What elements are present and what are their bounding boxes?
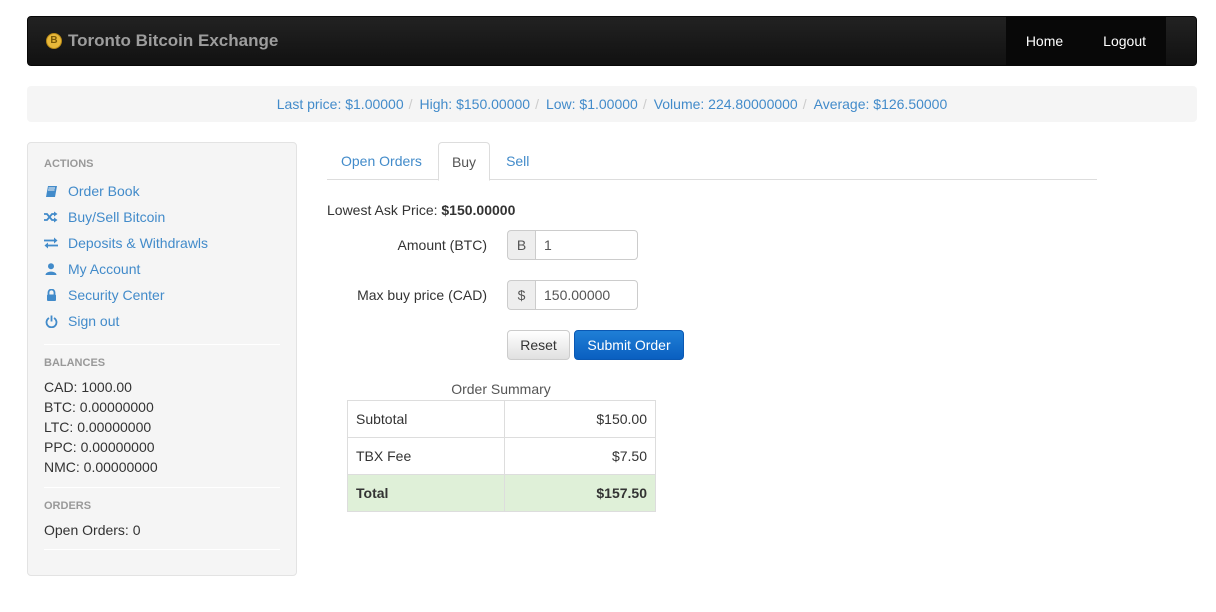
- max-price-input-group: $ 150.00000: [507, 280, 638, 310]
- summary-label: Subtotal: [347, 400, 505, 438]
- submit-order-button[interactable]: Submit Order: [574, 330, 684, 360]
- top-navbar: B Toronto Bitcoin Exchange Home Logout: [27, 16, 1197, 66]
- ticker-last-price[interactable]: Last price: $1.00000: [277, 96, 404, 112]
- max-price-input[interactable]: 150.00000: [535, 280, 638, 310]
- balance-ltc: LTC: 0.00000000: [44, 419, 152, 435]
- sidebar-item-label: Buy/Sell Bitcoin: [68, 209, 166, 225]
- lowest-ask-value: $150.00000: [441, 202, 516, 218]
- sidebar-item-label: Sign out: [68, 313, 120, 329]
- dollar-addon: $: [507, 280, 535, 310]
- order-tabs: Open Orders Buy Sell: [327, 142, 1097, 181]
- sidebar-divider: [44, 344, 280, 345]
- table-row: TBX Fee $7.50: [347, 437, 656, 475]
- tab-open-orders[interactable]: Open Orders: [327, 142, 436, 180]
- summary-value: $150.00: [504, 400, 656, 438]
- power-icon: [44, 314, 58, 328]
- sidebar-item-buy-sell[interactable]: Buy/Sell Bitcoin: [44, 204, 280, 230]
- ticker-high[interactable]: High: $150.00000: [420, 96, 531, 112]
- sidebar-item-deposits-withdrawals[interactable]: Deposits & Withdrawls: [44, 230, 280, 256]
- tab-buy[interactable]: Buy: [437, 142, 491, 181]
- sidebar-item-label: Deposits & Withdrawls: [68, 235, 209, 251]
- open-orders-count: Open Orders: 0: [44, 522, 141, 538]
- sidebar-item-my-account[interactable]: My Account: [44, 256, 280, 282]
- brand-name: Toronto Bitcoin Exchange: [68, 31, 279, 50]
- transfer-icon: [44, 236, 58, 250]
- balance-ppc: PPC: 0.00000000: [44, 439, 155, 455]
- table-row-total: Total $157.50: [347, 474, 656, 512]
- ticker-low[interactable]: Low: $1.00000: [546, 96, 638, 112]
- lowest-ask-label: Lowest Ask Price:: [327, 202, 438, 218]
- sidebar-item-sign-out[interactable]: Sign out: [44, 308, 280, 334]
- sidebar-item-label: Security Center: [68, 287, 165, 303]
- shuffle-icon: [44, 210, 58, 224]
- nav-logout-link[interactable]: Logout: [1083, 17, 1166, 65]
- max-price-label: Max buy price (CAD): [357, 287, 487, 303]
- balances-header: BALANCES: [44, 357, 106, 369]
- book-icon: [44, 184, 58, 198]
- summary-label: TBX Fee: [347, 437, 505, 475]
- order-summary-caption: Order Summary: [451, 381, 551, 397]
- tab-sell[interactable]: Sell: [492, 142, 543, 180]
- summary-label: Total: [347, 474, 505, 512]
- sidebar-item-label: Order Book: [68, 183, 140, 199]
- table-row: Subtotal $150.00: [347, 400, 656, 438]
- sidebar-item-order-book[interactable]: Order Book: [44, 178, 280, 204]
- balance-nmc: NMC: 0.00000000: [44, 459, 158, 475]
- lowest-ask-price: Lowest Ask Price: $150.00000: [327, 202, 515, 218]
- ticker-separator: /: [408, 96, 413, 112]
- orders-header: ORDERS: [44, 500, 92, 512]
- sidebar-divider: [44, 487, 280, 488]
- ticker-separator: /: [802, 96, 807, 112]
- actions-header: ACTIONS: [44, 158, 94, 170]
- sidebar-divider: [44, 549, 280, 550]
- amount-label: Amount (BTC): [397, 237, 487, 253]
- user-icon: [44, 262, 58, 276]
- brand-link[interactable]: B Toronto Bitcoin Exchange: [46, 17, 278, 65]
- balance-btc: BTC: 0.00000000: [44, 399, 154, 415]
- nav-home-link[interactable]: Home: [1006, 17, 1083, 65]
- bitcoin-coin-icon: B: [46, 33, 62, 49]
- ticker-average[interactable]: Average: $126.50000: [814, 96, 948, 112]
- navbar-right-links: Home Logout: [1005, 17, 1166, 65]
- summary-value: $157.50: [504, 474, 656, 512]
- reset-button[interactable]: Reset: [507, 330, 570, 360]
- market-ticker: Last price: $1.00000 / High: $150.00000 …: [27, 86, 1197, 122]
- ticker-volume[interactable]: Volume: 224.80000000: [654, 96, 798, 112]
- lock-icon: [44, 288, 58, 302]
- summary-value: $7.50: [504, 437, 656, 475]
- balance-cad: CAD: 1000.00: [44, 379, 132, 395]
- sidebar: ACTIONS Order Book Buy/Sell Bitcoin Depo…: [27, 142, 297, 576]
- sidebar-item-security-center[interactable]: Security Center: [44, 282, 280, 308]
- bitcoin-addon: B: [507, 230, 535, 260]
- ticker-separator: /: [535, 96, 539, 112]
- amount-input[interactable]: 1: [535, 230, 638, 260]
- amount-input-group: B 1: [507, 230, 638, 260]
- ticker-separator: /: [642, 96, 647, 112]
- sidebar-item-label: My Account: [68, 261, 141, 277]
- order-summary-table: Subtotal $150.00 TBX Fee $7.50 Total $15…: [347, 400, 656, 512]
